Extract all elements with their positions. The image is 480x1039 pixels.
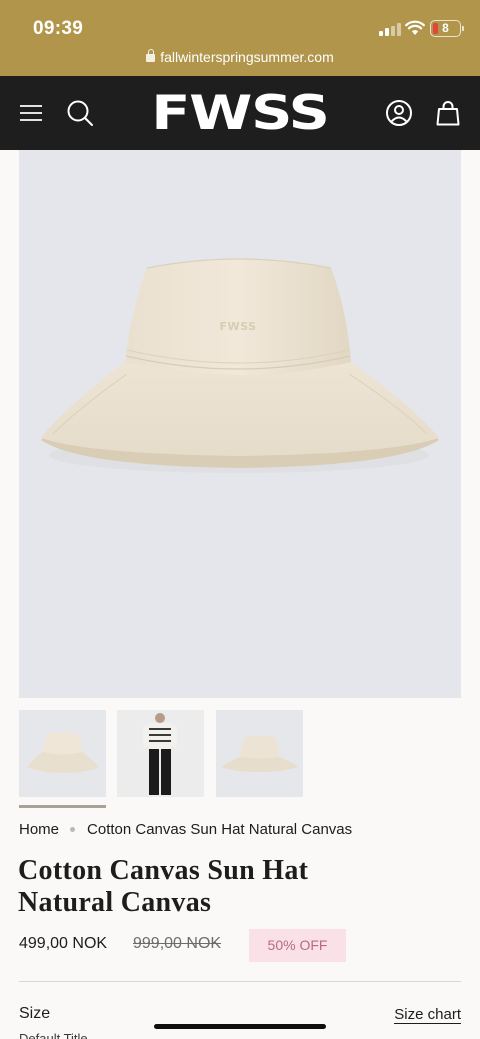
search-icon xyxy=(67,100,93,126)
size-selected-value: Default Title xyxy=(19,1031,88,1039)
thumbnail-hat-front[interactable] xyxy=(19,710,106,797)
cart-button[interactable] xyxy=(435,76,461,150)
lock-icon xyxy=(146,49,156,62)
breadcrumb-separator xyxy=(70,827,76,832)
discount-badge: 50% OFF xyxy=(249,929,346,962)
product-title-line2: Natural Canvas xyxy=(18,887,212,918)
bucket-hat-thumbnail xyxy=(27,732,99,773)
breadcrumb: Home Cotton Canvas Sun Hat Natural Canvas xyxy=(19,821,352,838)
account-button[interactable] xyxy=(385,76,413,150)
battery-icon: 8 xyxy=(430,20,464,37)
status-time: 09:39 xyxy=(33,18,84,39)
address-bar[interactable]: fallwinterspringsummer.com xyxy=(0,49,480,65)
home-indicator[interactable] xyxy=(154,1024,326,1029)
size-label: Size xyxy=(19,1005,51,1022)
search-button[interactable] xyxy=(66,76,94,150)
product-title-line1: Cotton Canvas Sun Hat xyxy=(18,855,309,886)
cellular-signal-icon xyxy=(379,23,401,36)
browser-top-bar: 09:39 8 fallwinterspringsummer.com xyxy=(0,0,480,76)
menu-button[interactable] xyxy=(18,76,44,150)
bucket-hat-illustration: FWSS xyxy=(41,258,439,473)
breadcrumb-home-link[interactable]: Home xyxy=(19,821,59,838)
bucket-hat-side-thumbnail xyxy=(221,735,298,772)
sale-price: 499,00 NOK xyxy=(19,935,108,952)
account-icon xyxy=(386,100,412,126)
breadcrumb-current: Cotton Canvas Sun Hat Natural Canvas xyxy=(87,821,353,838)
selected-thumbnail-indicator xyxy=(19,805,106,808)
product-title: Cotton Canvas Sun Hat Natural Canvas xyxy=(18,855,458,919)
compare-at-price: 999,00 NOK xyxy=(133,935,222,952)
site-header: FWSS xyxy=(0,76,480,150)
cart-icon xyxy=(436,101,460,126)
menu-icon xyxy=(20,105,42,121)
thumbnail-model[interactable] xyxy=(117,710,204,797)
model-photo-thumbnail xyxy=(143,713,177,795)
size-chart-link[interactable]: Size chart xyxy=(394,1006,461,1024)
hat-logo-print: FWSS xyxy=(220,320,257,333)
wifi-icon xyxy=(405,20,425,35)
product-thumbnails xyxy=(19,710,461,810)
thumbnail-hat-side[interactable] xyxy=(216,710,303,797)
url-text: fallwinterspringsummer.com xyxy=(160,49,334,65)
battery-level: 8 xyxy=(442,21,449,35)
site-logo[interactable]: FWSS xyxy=(103,90,376,137)
divider xyxy=(19,981,461,982)
product-main-image[interactable]: FWSS xyxy=(19,150,461,698)
